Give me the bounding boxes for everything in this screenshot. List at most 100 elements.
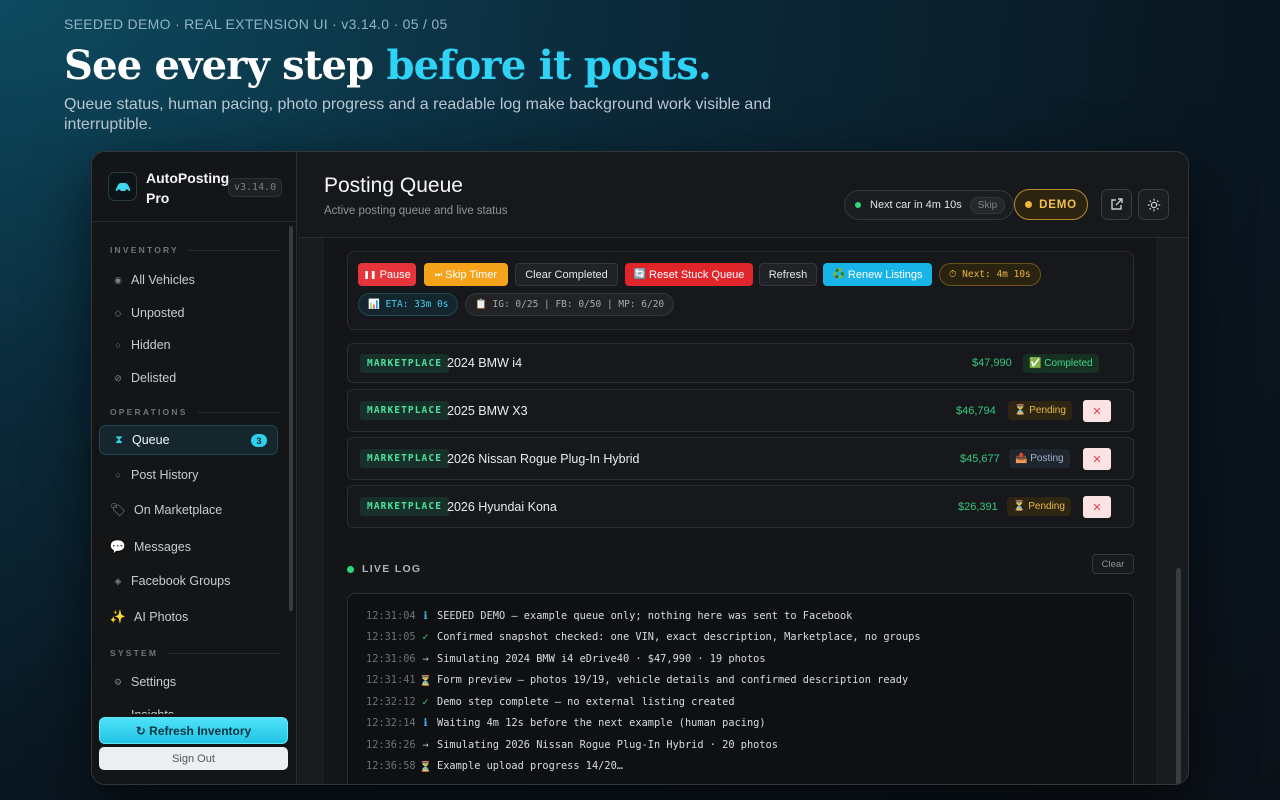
log-line: 12:36:58 ⏳ Example upload progress 14/20… (366, 760, 623, 773)
remove-item-button[interactable]: ✕ (1083, 448, 1111, 470)
sidebar-item-delisted[interactable]: ⊘ Delisted (99, 363, 278, 393)
demo-dot-icon (1025, 201, 1033, 208)
sidebar-item-ai-photos[interactable]: ✨ AI Photos (99, 602, 278, 632)
demo-badge[interactable]: DEMO (1014, 189, 1088, 220)
check-icon: ✓ (422, 696, 429, 708)
sidebar-footer: ↻ Refresh Inventory Sign Out (92, 714, 296, 784)
queue-controls: ❚❚ Pause ⏭ Skip Timer Clear Completed 🔄 Res… (347, 251, 1134, 330)
circle-dot-icon: ◉ (114, 274, 122, 285)
queue-row: MARKETPLACE 2024 BMW i4 $47,990 ✅ Comple… (347, 343, 1134, 383)
hero-subhead: Queue status, human pacing, photo progre… (64, 96, 772, 133)
skip-button[interactable]: Skip (969, 196, 1006, 214)
sign-out-button[interactable]: Sign Out (99, 747, 288, 770)
sidebar-item-messages[interactable]: 💬 Messages (99, 532, 278, 562)
queue-scroll-area: ❚❚ Pause ⏭ Skip Timer Clear Completed 🔄 Res… (324, 238, 1156, 784)
arrow-right-icon: → (422, 739, 429, 751)
queue-row: MARKETPLACE 2026 Hyundai Kona $26,391 ⏳ … (347, 485, 1134, 528)
circle-icon: ○ (115, 340, 121, 350)
next-car-status: Next car in 4m 10s Skip (844, 190, 1015, 220)
section-operations: OPERATIONS (110, 407, 280, 417)
hero-eyebrow: SEEDED DEMO · REAL EXTENSION UI · v3.14.… (64, 16, 448, 32)
vehicle-title: 2025 BMW X3 (447, 404, 528, 418)
platform-tag: MARKETPLACE (360, 449, 450, 468)
sidebar-item-facebook-groups[interactable]: ◈ Facebook Groups (99, 566, 278, 596)
queue-row: MARKETPLACE 2026 Nissan Rogue Plug-In Hy… (347, 437, 1134, 480)
close-icon: ✕ (1092, 405, 1102, 418)
live-log-header: LIVE LOG (347, 563, 421, 575)
platform-tag: MARKETPLACE (360, 354, 450, 373)
log-line: 12:32:14 ℹ Waiting 4m 12s before the next … (366, 717, 766, 729)
vehicle-price: $47,990 (972, 357, 1012, 369)
vehicle-title: 2024 BMW i4 (447, 356, 523, 370)
external-link-icon[interactable] (1101, 189, 1132, 220)
next-car-text: Next car in 4m 10s (870, 199, 962, 211)
platform-tag: MARKETPLACE (360, 497, 450, 516)
clear-completed-button[interactable]: Clear Completed (515, 263, 618, 286)
headline-plain: See every step (64, 42, 387, 89)
check-icon: ✓ (422, 631, 429, 643)
sparkles-icon: ✨ (109, 609, 127, 624)
queue-content: ❚❚ Pause ⏭ Skip Timer Clear Completed 🔄 Res… (298, 238, 1188, 784)
sidebar-item-hidden[interactable]: ○ Hidden (99, 330, 278, 360)
sidebar: AutoPosting Pro v3.14.0 INVENTORY ◉ All V… (92, 152, 297, 784)
live-dot-icon (855, 202, 861, 208)
renew-listings-button[interactable]: ♻️ Renew Listings (823, 263, 932, 286)
section-system: SYSTEM (110, 648, 280, 658)
groups-icon: ◈ (114, 575, 122, 586)
hero: SEEDED DEMO · REAL EXTENSION UI · v3.14.… (64, 16, 784, 135)
sidebar-item-on-marketplace[interactable]: 🏷 On Marketplace (99, 495, 278, 525)
hero-headline: See every step before it posts. (64, 42, 784, 89)
slash-circle-icon: ⊘ (114, 372, 122, 383)
status-badge: ⏳ Pending (1007, 497, 1071, 516)
hourglass-icon: ⧗ (115, 433, 123, 446)
sidebar-scrollbar[interactable] (289, 226, 293, 611)
log-line: 12:31:04 ℹ SEEDED DEMO — example queue onl… (366, 610, 853, 622)
close-icon: ✕ (1092, 501, 1102, 514)
skip-timer-button[interactable]: ⏭ Skip Timer (424, 263, 508, 286)
main-scrollbar[interactable] (1176, 568, 1181, 784)
reset-stuck-queue-button[interactable]: 🔄 Reset Stuck Queue (625, 263, 753, 286)
clear-log-button[interactable]: Clear (1092, 554, 1134, 574)
vehicle-price: $45,677 (960, 453, 1000, 465)
sidebar-item-all-vehicles[interactable]: ◉ All Vehicles (99, 265, 278, 295)
section-inventory: INVENTORY (110, 245, 280, 255)
queue-row: MARKETPLACE 2025 BMW X3 $46,794 ⏳ Pendin… (347, 389, 1134, 432)
remove-item-button[interactable]: ✕ (1083, 496, 1111, 518)
sidebar-item-queue[interactable]: ⧗ Queue 3 (99, 425, 278, 455)
eta-pill: 📊 ETA: 33m 0s (358, 293, 459, 316)
pause-icon: ❚❚ (363, 270, 377, 279)
queue-count-badge: 3 (251, 434, 267, 447)
log-line: 12:36:26 → Simulating 2026 Nissan Rogue Pl… (366, 739, 778, 751)
headline-accent: before it posts. (386, 42, 712, 89)
vehicle-title: 2026 Hyundai Kona (447, 500, 557, 514)
remove-item-button[interactable]: ✕ (1083, 400, 1111, 422)
info-icon: ℹ (423, 717, 428, 729)
refresh-inventory-button[interactable]: ↻ Refresh Inventory (99, 717, 288, 744)
sun-icon[interactable] (1138, 189, 1169, 220)
vehicle-title: 2026 Nissan Rogue Plug-In Hybrid (447, 452, 640, 466)
sidebar-item-settings[interactable]: ⚙ Settings (99, 667, 278, 697)
page-title: Posting Queue (324, 174, 463, 197)
next-timer-pill: ⏱ Next: 4m 10s (939, 263, 1041, 286)
pause-button[interactable]: ❚❚ Pause (358, 263, 416, 286)
log-line: 12:31:05 ✓ Confirmed snapshot checked: one… (366, 631, 921, 643)
log-line: 12:32:12 ✓ Demo step complete — no externa… (366, 696, 735, 708)
reset-icon: 🔄 (633, 269, 647, 280)
info-icon: ℹ (423, 610, 428, 622)
page-subtitle: Active posting queue and live status (324, 205, 508, 217)
speech-bubble-icon: 💬 (109, 539, 127, 554)
status-badge: 📤 Posting (1009, 449, 1070, 468)
gear-icon: ⚙ (113, 676, 123, 687)
brand: AutoPosting Pro v3.14.0 (92, 152, 296, 222)
status-badge: ⏳ Pending (1008, 401, 1072, 420)
log-line: 12:31:41 ⏳ Form preview — photos 19/19, ve… (366, 674, 909, 687)
refresh-queue-button[interactable]: Refresh (759, 263, 817, 286)
log-line: 12:31:06 → Simulating 2024 BMW i4 eDrive40… (366, 653, 766, 665)
diamond-icon: ◇ (114, 307, 122, 318)
close-icon: ✕ (1092, 453, 1102, 466)
vehicle-price: $26,391 (958, 501, 998, 513)
sidebar-item-post-history[interactable]: ○ Post History (99, 460, 278, 490)
extension-window: AutoPosting Pro v3.14.0 INVENTORY ◉ All V… (91, 151, 1189, 785)
tag-icon: 🏷 (109, 502, 127, 517)
sidebar-item-unposted[interactable]: ◇ Unposted (99, 298, 278, 328)
